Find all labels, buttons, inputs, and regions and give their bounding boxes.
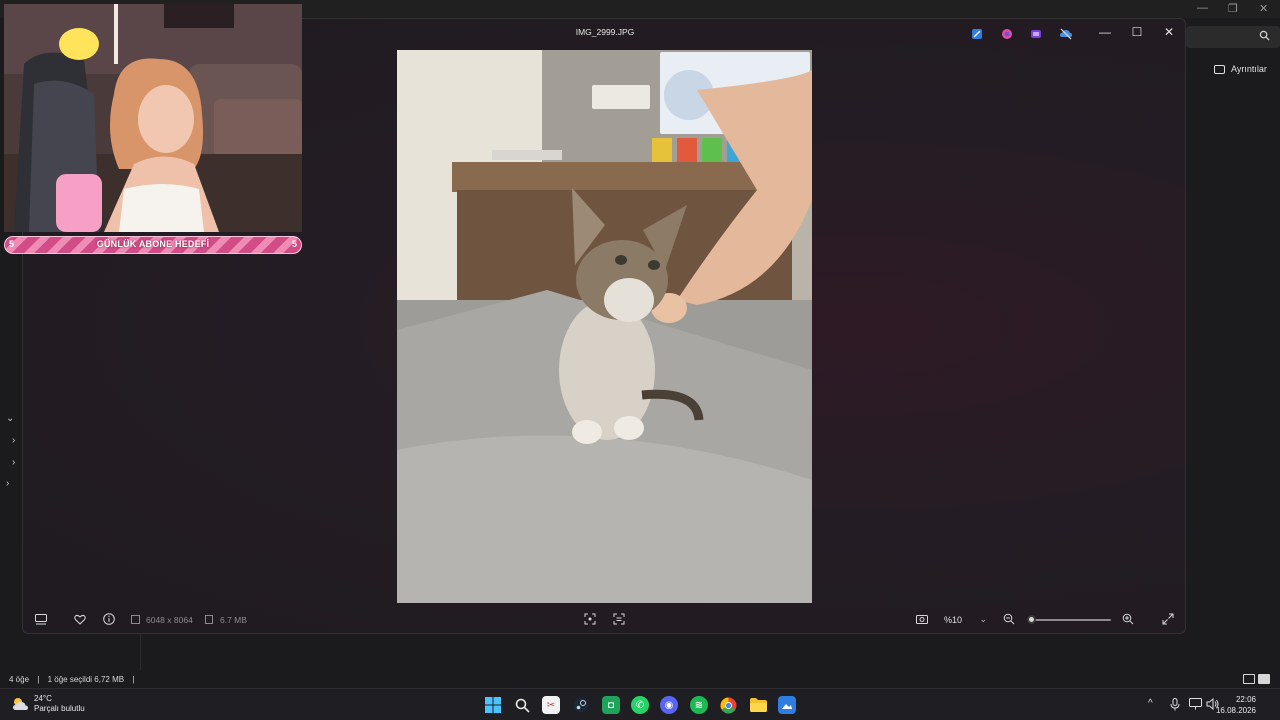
kitten-photo[interactable] <box>397 50 812 603</box>
taskbar: 24°C Parçalı bulutlu ✂ ◘ ✆ ◉ ≋ ^ 22:06 1… <box>0 688 1280 720</box>
clock-time: 22:06 <box>1235 695 1256 704</box>
microphone-icon[interactable] <box>1170 698 1180 711</box>
details-pane-label: Ayrıntılar <box>1231 64 1267 74</box>
visual-search-icon[interactable] <box>613 613 625 625</box>
clock-date: 16.08.2026 <box>1215 706 1256 715</box>
status-separator: | <box>37 675 40 684</box>
kitten-photo-image <box>397 50 812 603</box>
zoom-out-icon[interactable] <box>1003 613 1015 625</box>
zoom-in-icon[interactable] <box>1122 613 1134 625</box>
start-button[interactable] <box>484 696 502 714</box>
item-count: 4 öğe <box>9 675 30 684</box>
discord-icon[interactable]: ◉ <box>660 696 678 714</box>
crop-icon[interactable] <box>584 613 596 625</box>
subscriber-goal-bar: 5 GÜNLÜK ABONE HEDEFİ 5 <box>4 236 302 254</box>
zoom-slider[interactable] <box>1029 619 1111 621</box>
file-size-icon <box>205 615 213 624</box>
details-view-button[interactable] <box>1243 674 1255 684</box>
network-icon[interactable] <box>1189 698 1202 710</box>
goal-target: 5 <box>291 239 297 249</box>
maximize-button[interactable]: ☐ <box>1128 25 1146 39</box>
nav-collapse-chevron[interactable]: › <box>12 457 15 468</box>
tiles-view-button[interactable] <box>1258 674 1270 684</box>
photos-logo <box>782 704 792 709</box>
weather-condition: Parçalı bulutlu <box>34 704 85 713</box>
spotify-icon[interactable]: ≋ <box>690 696 708 714</box>
zoom-slider-thumb[interactable] <box>1027 615 1036 624</box>
steam-logo <box>573 697 589 713</box>
status-separator: | <box>132 675 135 684</box>
explorer-search-box[interactable] <box>1186 26 1280 48</box>
photo-toolbar: 6048 x 8064 6.7 MB %10 ⌄ <box>23 605 1185 633</box>
minimize-button[interactable]: — <box>1096 25 1114 39</box>
zoom-value: %10 <box>944 615 963 625</box>
details-pane-button[interactable]: Ayrıntılar <box>1214 64 1267 74</box>
fullscreen-icon[interactable] <box>1162 613 1174 625</box>
weather-widget[interactable]: 24°C Parçalı bulutlu <box>11 694 85 714</box>
explorer-close-button[interactable]: ✕ <box>1259 2 1268 15</box>
windows-logo-icon <box>485 697 501 713</box>
whatsapp-icon[interactable]: ✆ <box>631 696 649 714</box>
image-dimensions: 6048 x 8064 <box>146 615 193 625</box>
explorer-maximize-button[interactable]: ❐ <box>1228 2 1238 15</box>
photos-app-icon[interactable] <box>778 696 796 714</box>
taskbar-search-button[interactable] <box>513 696 531 714</box>
selection-info: 1 öğe seçildi 6,72 MB <box>47 675 125 684</box>
copilot-icon[interactable] <box>1001 28 1013 40</box>
chevron-down-icon: ⌄ <box>979 614 987 624</box>
file-explorer-icon[interactable] <box>749 696 767 714</box>
snipping-tool-icon[interactable]: ✂ <box>542 696 560 714</box>
weather-temp: 24°C <box>34 694 52 703</box>
chrome-logo <box>720 697 736 713</box>
resolution-icon <box>131 615 140 624</box>
favorite-heart-icon[interactable] <box>74 614 86 625</box>
streamer-webcam-image <box>4 4 302 232</box>
file-size: 6.7 MB <box>220 615 247 625</box>
close-button[interactable]: ✕ <box>1160 25 1178 39</box>
onedrive-off-icon[interactable] <box>1059 28 1073 40</box>
filmstrip-icon[interactable] <box>35 614 47 625</box>
explorer-status-bar: 4 öğe | 1 öğe seçildi 6,72 MB | <box>0 672 1280 688</box>
explorer-minimize-button[interactable]: — <box>1197 2 1208 14</box>
details-pane-icon <box>1214 64 1225 74</box>
nav-collapse-chevron[interactable]: › <box>12 435 15 446</box>
view-toggle <box>1243 674 1270 684</box>
steam-icon[interactable] <box>572 696 590 714</box>
game-app-icon[interactable]: ◘ <box>602 696 620 714</box>
search-icon <box>1259 30 1270 41</box>
goal-label: GÜNLÜK ABONE HEDEFİ <box>96 239 210 249</box>
fit-to-window-icon[interactable] <box>916 614 928 625</box>
tray-overflow-chevron[interactable]: ^ <box>1148 698 1153 709</box>
edit-image-icon[interactable] <box>971 28 983 40</box>
pane-divider <box>140 634 141 670</box>
webcam-overlay <box>4 4 302 232</box>
clipchamp-icon[interactable] <box>1030 28 1042 40</box>
chrome-icon[interactable] <box>719 696 737 714</box>
partly-cloudy-icon <box>13 698 28 710</box>
nav-expand-chevron[interactable]: ⌄ <box>6 413 14 424</box>
clock[interactable]: 22:06 16.08.2026 <box>1216 694 1256 716</box>
folder-icon <box>749 698 767 712</box>
zoom-dropdown[interactable]: %10 ⌄ <box>935 610 995 630</box>
search-icon <box>515 698 530 713</box>
info-icon[interactable] <box>103 613 115 625</box>
nav-collapse-chevron[interactable]: › <box>6 478 9 489</box>
